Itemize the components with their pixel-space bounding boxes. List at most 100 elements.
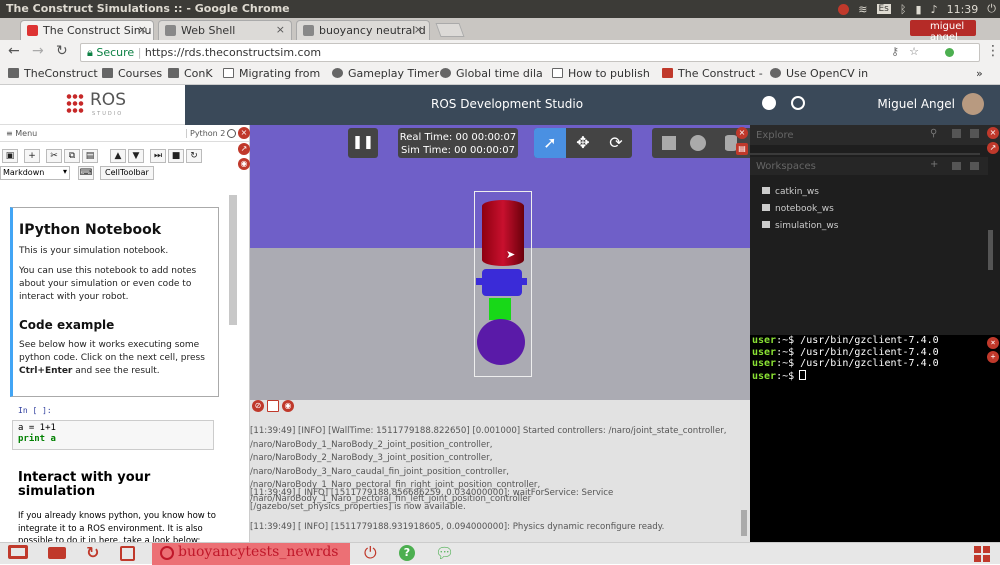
bookmark-item[interactable]: Global time dila — [440, 67, 543, 80]
workspace-item[interactable]: simulation_ws — [762, 221, 838, 231]
help-icon[interactable]: ? — [399, 545, 415, 561]
console-panel[interactable]: ⊘ ◉ [11:39:49] [INFO] [WallTime: 1511779… — [250, 400, 750, 542]
select-tool-icon[interactable]: ➚ — [534, 128, 566, 158]
move-up-icon[interactable]: ▲ — [110, 149, 126, 163]
power-icon[interactable]: ⏻ — [364, 543, 377, 563]
camera-icon[interactable] — [48, 547, 66, 559]
code-cell[interactable]: a = 1+1 print a — [12, 420, 214, 450]
add-terminal-icon[interactable]: + — [987, 351, 999, 363]
reload-icon[interactable]: ↻ — [86, 543, 99, 562]
back-icon[interactable]: ← — [8, 43, 20, 59]
save-icon[interactable] — [120, 546, 135, 561]
terminal-panel[interactable]: user:~$ /usr/bin/gzclient-7.4.0 user:~$ … — [750, 335, 1000, 542]
new-tab-button[interactable] — [435, 23, 465, 37]
popout-icon[interactable]: ↗ — [987, 142, 999, 154]
upload-icon[interactable] — [970, 162, 979, 170]
robot-fin-right — [519, 278, 527, 285]
console-scrollbar[interactable] — [741, 510, 747, 536]
hide-icon[interactable]: ◉ — [282, 400, 294, 412]
record-icon[interactable] — [838, 3, 850, 15]
workspace-item[interactable]: notebook_ws — [762, 204, 834, 214]
bookmark-item[interactable]: TheConstruct — [8, 67, 98, 80]
stop-icon[interactable] — [267, 400, 279, 412]
tab-2[interactable]: buoyancy neutral d × — [296, 20, 430, 40]
clock-icon[interactable] — [791, 96, 805, 110]
power-icon[interactable]: ⏻ — [987, 2, 996, 16]
bluetooth-icon[interactable]: ᛒ — [900, 3, 907, 16]
markdown-cell[interactable]: IPython Notebook This is your simulation… — [10, 207, 219, 397]
run-icon[interactable]: ⏭ — [150, 149, 166, 163]
close-panel-icon[interactable]: × — [238, 127, 250, 139]
move-down-icon[interactable]: ▼ — [128, 149, 144, 163]
close-icon[interactable]: × — [276, 23, 285, 36]
trash-icon[interactable] — [952, 162, 961, 170]
wifi-icon[interactable]: ≋ — [858, 3, 867, 16]
tab-0[interactable]: The Construct Simu × — [20, 20, 154, 40]
rotate-tool-icon[interactable]: ⟳ — [600, 128, 632, 158]
paste-icon[interactable]: ▤ — [82, 149, 98, 163]
add-icon[interactable]: + — [930, 159, 938, 170]
bookmark-item[interactable]: Use OpenCV in — [770, 67, 868, 80]
desktop-icon[interactable] — [8, 545, 28, 559]
tab-1[interactable]: Web Shell × — [158, 20, 292, 40]
hide-icon[interactable]: ◉ — [238, 158, 250, 170]
menu-button[interactable]: ≡ Menu — [6, 129, 37, 138]
url-input[interactable]: 🔒︎ Secure | https://rds.theconstructsim.… — [80, 43, 980, 62]
close-panel-icon[interactable]: × — [736, 127, 748, 139]
key-icon[interactable]: ⚷ — [891, 45, 899, 58]
restart-icon[interactable]: ↻ — [186, 149, 202, 163]
chat-icon[interactable]: 💬︎ — [435, 544, 454, 562]
notebook-scrollbar[interactable] — [229, 195, 237, 325]
clear-icon[interactable]: ⊘ — [252, 400, 264, 412]
ros-logo[interactable]: ROS STUDIO — [0, 85, 185, 125]
keyboard-icon[interactable]: ⌨ — [78, 166, 94, 180]
trash-icon[interactable] — [952, 129, 961, 138]
bookmark-item[interactable]: Gameplay Timer — [332, 67, 439, 80]
profile-chip[interactable]: miguel angel — [910, 20, 976, 43]
box-shape-icon[interactable] — [662, 136, 676, 150]
bookmark-item[interactable]: Courses — [102, 67, 162, 80]
popout-icon[interactable]: ▤ — [736, 143, 748, 155]
close-panel-icon[interactable]: × — [987, 127, 999, 139]
popout-icon[interactable]: ↗ — [238, 143, 250, 155]
upload-icon[interactable] — [970, 129, 979, 138]
avatar[interactable] — [962, 93, 984, 115]
reload-icon[interactable]: ↻ — [56, 43, 68, 59]
volume-icon[interactable]: ♪ — [931, 3, 938, 16]
star-icon[interactable]: ☆ — [909, 45, 919, 58]
celltoolbar-button[interactable]: CellToolbar — [100, 166, 154, 180]
bookmark-item[interactable]: How to publish — [552, 67, 650, 80]
copy-icon[interactable]: ⧉ — [64, 149, 80, 163]
cut-icon[interactable]: ✂ — [46, 149, 62, 163]
code-example-title: Code example — [19, 318, 115, 332]
save-icon[interactable]: ▣ — [2, 149, 18, 163]
bookmark-item[interactable]: Migrating from — [223, 67, 320, 80]
add-cell-icon[interactable]: + — [24, 149, 40, 163]
close-icon[interactable]: × — [414, 23, 423, 36]
gazebo-view[interactable]: ❚❚ Real Time: 00 00:00:07 Sim Time: 00 0… — [250, 125, 750, 400]
forward-icon[interactable]: → — [32, 43, 44, 59]
battery-icon[interactable]: ▮ — [916, 3, 922, 16]
cell-type-select[interactable]: Markdown ▾ — [0, 166, 70, 180]
user-name[interactable]: Miguel Angel — [877, 97, 955, 111]
explore-scrollbar[interactable] — [988, 230, 993, 270]
workspace-item[interactable]: catkin_ws — [762, 187, 819, 197]
stop-icon[interactable]: ■ — [168, 149, 184, 163]
keyboard-lang[interactable]: Es — [876, 4, 891, 14]
grid-icon[interactable] — [974, 546, 990, 562]
sphere-shape-icon[interactable] — [690, 135, 706, 151]
pause-button[interactable]: ❚❚ — [348, 128, 378, 158]
clock[interactable]: 11:39 — [947, 3, 979, 16]
project-name[interactable]: buoyancytests_newrds — [152, 543, 350, 565]
globe-icon[interactable] — [762, 96, 776, 110]
search-icon[interactable]: ⚲ — [930, 128, 937, 139]
robot-model[interactable] — [474, 191, 532, 377]
translate-tool-icon[interactable]: ✥ — [567, 128, 599, 158]
bookmark-item[interactable]: The Construct - — [662, 67, 763, 80]
extension-icon[interactable] — [945, 48, 954, 57]
bookmarks-more[interactable]: » — [976, 67, 983, 80]
bookmark-item[interactable]: ConK — [168, 67, 213, 80]
close-icon[interactable]: × — [138, 23, 147, 36]
close-panel-icon[interactable]: × — [987, 337, 999, 349]
menu-dots-icon[interactable]: ⋮ — [986, 43, 1000, 59]
